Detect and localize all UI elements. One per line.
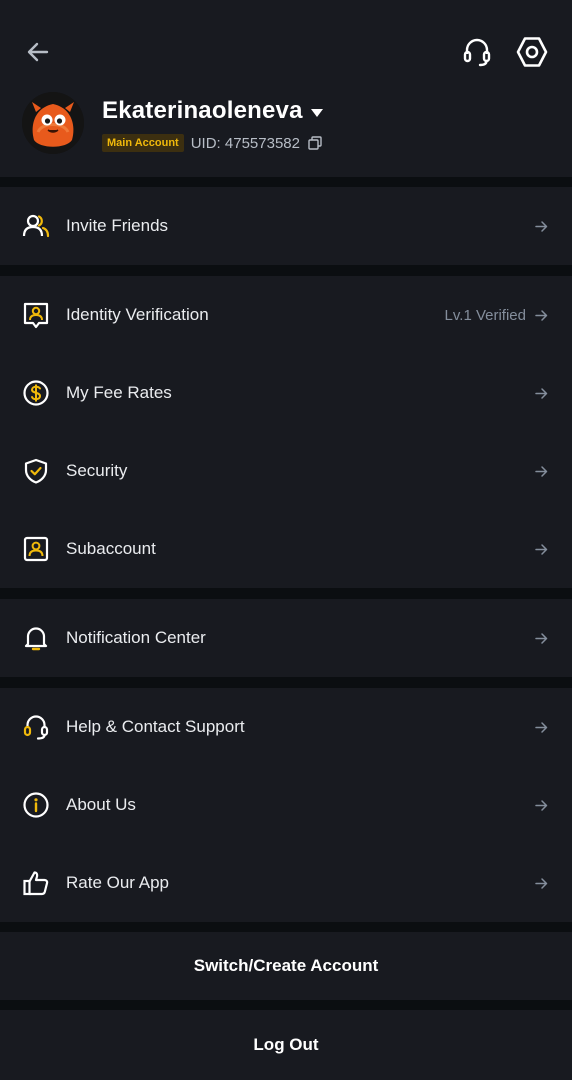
username: Ekaterinaoleneva [102, 97, 303, 124]
monster-avatar-icon [22, 92, 84, 154]
menu-item-label: Help & Contact Support [66, 717, 245, 736]
headset-icon [22, 713, 50, 741]
menu-item-label: Subaccount [66, 539, 156, 558]
arrow-right-icon [534, 798, 548, 812]
menu-item-label: Identity Verification [66, 305, 209, 324]
menu-item-invite-friends[interactable]: Invite Friends [0, 187, 572, 265]
user-card-icon [22, 535, 50, 563]
bell-icon [22, 624, 50, 652]
headset-icon [463, 38, 491, 67]
invite-section: Invite Friends [0, 187, 572, 265]
logout-label: Log Out [253, 1035, 319, 1054]
menu-item-label: My Fee Rates [66, 383, 172, 402]
menu-item-notification-center[interactable]: Notification Center [0, 599, 572, 677]
menu-item-label: Notification Center [66, 628, 206, 647]
account-section: Identity Verification Lv.1 Verified My F… [0, 276, 572, 588]
arrow-right-icon [534, 219, 548, 233]
back-button[interactable] [20, 34, 56, 70]
avatar[interactable] [22, 92, 84, 154]
switch-account-label: Switch/Create Account [193, 956, 379, 975]
account-meta: Main Account UID: 475573582 [102, 133, 323, 153]
logout-button[interactable]: Log Out [0, 1010, 572, 1080]
arrow-left-icon [27, 42, 49, 62]
info-circle-icon [22, 791, 50, 819]
menu-item-about-us[interactable]: About Us [0, 766, 572, 844]
menu-item-label: Invite Friends [66, 216, 169, 235]
gear-hexagon-icon [516, 37, 548, 67]
arrow-right-icon [534, 308, 548, 322]
settings-button[interactable] [514, 34, 550, 70]
arrow-right-icon [534, 631, 548, 645]
thumbs-up-icon [22, 869, 50, 897]
switch-create-account-button[interactable]: Switch/Create Account [0, 932, 572, 1000]
id-badge-icon [22, 301, 50, 329]
menu-item-fee-rates[interactable]: My Fee Rates [0, 354, 572, 432]
shield-check-icon [22, 457, 50, 485]
menu-item-help-support[interactable]: Help & Contact Support [0, 688, 572, 766]
arrow-right-icon [534, 876, 548, 890]
copy-icon [308, 136, 322, 150]
menu-item-identity-verification[interactable]: Identity Verification Lv.1 Verified [0, 276, 572, 354]
dollar-coin-icon [22, 379, 50, 407]
users-icon [22, 212, 50, 240]
arrow-right-icon [534, 464, 548, 478]
menu-item-subaccount[interactable]: Subaccount [0, 510, 572, 588]
menu-item-label: About Us [66, 795, 136, 814]
menu-item-rate-app[interactable]: Rate Our App [0, 844, 572, 922]
profile-header: Ekaterinaoleneva Main Account UID: 47557… [0, 0, 572, 177]
account-switcher[interactable]: Ekaterinaoleneva [102, 94, 323, 128]
uid-text: UID: 475573582 [190, 134, 300, 152]
arrow-right-icon [534, 386, 548, 400]
arrow-right-icon [534, 720, 548, 734]
arrow-right-icon [534, 542, 548, 556]
account-type-badge: Main Account [102, 134, 184, 152]
caret-down-icon [310, 108, 323, 117]
customer-support-button[interactable] [459, 34, 495, 70]
menu-item-security[interactable]: Security [0, 432, 572, 510]
notification-section: Notification Center [0, 599, 572, 677]
support-section: Help & Contact Support About Us Rate Our… [0, 688, 572, 922]
menu-item-label: Rate Our App [66, 873, 170, 892]
copy-uid-button[interactable] [307, 135, 323, 151]
verification-status: Lv.1 Verified [444, 306, 526, 324]
menu-item-label: Security [66, 461, 128, 480]
